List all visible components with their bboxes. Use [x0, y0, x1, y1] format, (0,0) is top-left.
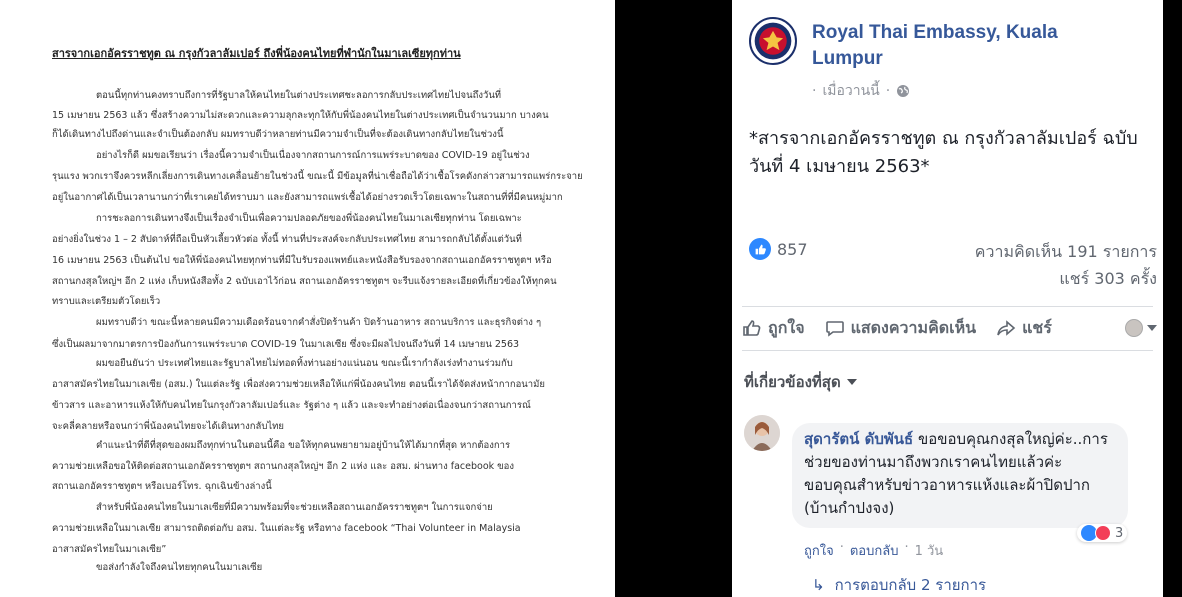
comment-icon [825, 321, 844, 337]
comment-sort-label: ที่เกี่ยวข้องที่สุด [744, 373, 841, 391]
comment-reply-link[interactable]: ตอบกลับ [850, 540, 899, 561]
dot-separator: · [904, 540, 909, 555]
letter-line: 16 เมษายน 2563 เป็นต้นไป ขอให้พี่น้องคนไ… [52, 255, 552, 266]
letter-line: สำหรับพี่น้องคนไทยในมาเลเซียที่มีความพร้… [96, 502, 493, 513]
post-meta: · เมื่อวานนี้ · [812, 80, 910, 102]
divider [742, 306, 1153, 307]
audience-selector[interactable] [1125, 319, 1157, 337]
letter-line: ความช่วยเหลือในมาเลเซีย สามารถติดต่อกับ … [52, 523, 521, 534]
reaction-summary[interactable]: 857 [749, 238, 808, 260]
comment-actions: ถูกใจ · ตอบกลับ · 1 วัน [804, 540, 943, 561]
letter-line: ผมทราบดีว่า ขณะนี้หลายคนมีความเดือดร้อนจ… [96, 317, 542, 328]
letter-line: สถานกงสุลใหญ่ฯ อีก 2 แห่ง เก็บหนังสือทั้… [52, 276, 557, 287]
like-count: 857 [777, 239, 808, 259]
letter-line: อาสาสมัครไทยในมาเลเซีย” [52, 544, 167, 555]
comments-count-link[interactable]: ความคิดเห็น 191 รายการ [975, 238, 1157, 265]
letter-line: คำแนะนำที่ดีที่สุดของผมถึงทุกท่านในตอนนี… [96, 440, 511, 451]
comment-reactions[interactable]: 3 [1077, 524, 1128, 542]
comment-like-link[interactable]: ถูกใจ [804, 540, 834, 561]
letter-line: ซึ่งเป็นผลมาจากมาตรการป้องกันการแพร่ระบา… [52, 339, 520, 350]
thumbs-up-icon [743, 320, 761, 336]
view-replies-label: การตอบกลับ 2 รายการ [834, 576, 987, 594]
comment-text-second: ขอบคุณสำหรับข่าวอาหารแห้งและผ้าปิดปาก (บ… [804, 476, 1090, 517]
comment-bubble: สุดารัตน์ ดับพันธ์ ขอขอบคุณกงสุลใหญ่ค่ะ.… [792, 423, 1128, 528]
chevron-down-icon [846, 379, 857, 385]
letter-line: รุนแรง พวกเราจึงควรหลีกเลี่ยงการเดินทางเ… [52, 171, 583, 182]
like-button[interactable]: ถูกใจ [742, 316, 805, 341]
user-avatar [1125, 319, 1143, 337]
letter-line: ก็ได้เดินทางไปถึงด่านและจำเป็นต้องกลับ ผ… [52, 129, 504, 140]
post-actions-bar: ถูกใจ แสดงความคิดเห็น แชร์ [742, 312, 1157, 344]
letter-line: ข้าวสาร และอาหารแห้งให้กับคนไทยในกรุงกัว… [52, 400, 531, 411]
facebook-post: Royal Thai Embassy, Kuala Lumpur · เมื่อ… [732, 0, 1163, 597]
meta-separator: · [812, 83, 817, 99]
letter-line: อย่างไรก็ดี ผมขอเรียนว่า เรื่องนี้ความจำ… [96, 150, 530, 161]
post-text: *สารจากเอกอัครราชทูต ณ กรุงกัวลาลัมเปอร์… [749, 128, 1138, 177]
globe-icon[interactable] [896, 84, 910, 98]
letter-line: ความช่วยเหลือขอให้ติดต่อสถานเอกอัครราชทู… [52, 461, 514, 472]
page-avatar[interactable] [749, 17, 797, 65]
reply-arrow-icon: ↳ [812, 576, 825, 594]
letter-image: สารจากเอกอัครราชทูต ณ กรุงกัวลาลัมเปอร์ … [0, 0, 615, 597]
letter-line: ตอนนี้ทุกท่านคงทราบถึงการที่รัฐบาลให้คนไ… [96, 90, 502, 101]
comment-button[interactable]: แสดงความคิดเห็น [825, 316, 977, 341]
letter-line: อยู่ในอากาศได้เป็นเวลานานกว่าที่เราเคยได… [52, 192, 563, 203]
letter-line: จะคลี่คลายหรือจนกว่าพี่น้องคนไทยจะได้เดิ… [52, 421, 285, 432]
love-reaction-icon [1095, 525, 1111, 541]
like-icon [749, 238, 771, 260]
embassy-emblem-icon [754, 22, 792, 60]
dot-separator: · [839, 540, 844, 555]
share-button-label: แชร์ [1022, 317, 1052, 337]
share-button[interactable]: แชร์ [996, 316, 1052, 341]
comment-reaction-count: 3 [1115, 525, 1124, 541]
shares-count-link[interactable]: แชร์ 303 ครั้ง [975, 265, 1157, 292]
letter-line: อย่างยิ่งในช่วง 1 – 2 สัปดาห์ที่ถือเป็นห… [52, 234, 522, 245]
comment-sort-dropdown[interactable]: ที่เกี่ยวข้องที่สุด [744, 370, 857, 394]
like-button-label: ถูกใจ [768, 317, 805, 337]
commenter-avatar[interactable] [744, 415, 780, 451]
comment-button-label: แสดงความคิดเห็น [850, 317, 977, 337]
divider [742, 350, 1153, 351]
share-icon [997, 320, 1016, 336]
comment-time[interactable]: 1 วัน [915, 540, 944, 561]
page-name-link[interactable]: Royal Thai Embassy, Kuala Lumpur [812, 20, 1132, 72]
letter-line: 15 เมษายน 2563 แล้ว ซึ่งสร้างความไม่สะดว… [52, 110, 549, 121]
letter-line: ผมขอยืนยันว่า ประเทศไทยและรัฐบาลไทยไม่ทอ… [96, 358, 513, 369]
letter-line: ขอส่งกำลังใจถึงคนไทยทุกคนในมาเลเซีย [96, 562, 263, 573]
letter-line: สถานเอกอัครราชทูตฯ หรือเบอร์โทร. ฉุกเฉิน… [52, 481, 272, 492]
view-replies-link[interactable]: ↳ การตอบกลับ 2 รายการ [812, 573, 986, 597]
commenter-name-link[interactable]: สุดารัตน์ ดับพันธ์ [804, 430, 913, 448]
letter-title: สารจากเอกอัครราชทูต ณ กรุงกัวลาลัมเปอร์ … [52, 47, 461, 60]
meta-separator: · [885, 83, 891, 99]
letter-line: การชะลอการเดินทางจึงเป็นเรื่องจำเป็นเพื่… [96, 213, 522, 224]
post-time[interactable]: เมื่อวานนี้ [822, 80, 879, 102]
engagement-counts: ความคิดเห็น 191 รายการ แชร์ 303 ครั้ง [975, 238, 1157, 292]
letter-line: อาสาสมัครไทยในมาเลเซีย (อสม.) ในแต่ละรัฐ… [52, 379, 545, 390]
letter-line: ทราบและเตรียมตัวโดยเร็ว [52, 296, 161, 307]
chevron-down-icon [1147, 325, 1157, 331]
